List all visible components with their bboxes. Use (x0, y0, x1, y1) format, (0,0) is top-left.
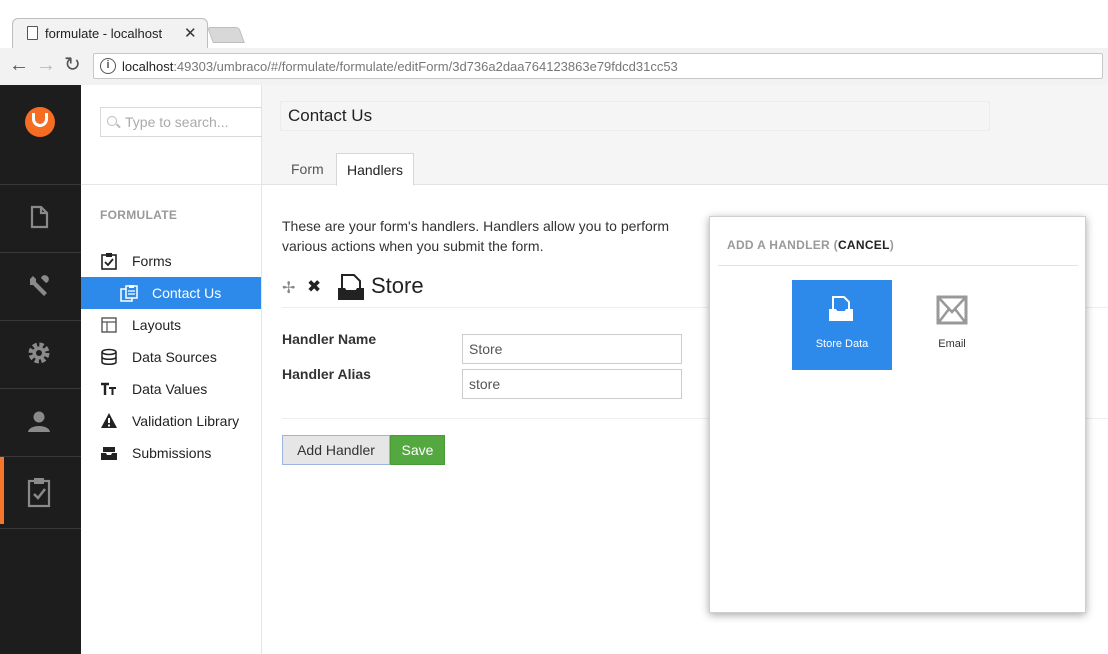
tree-item-data-values[interactable]: Data Values (81, 373, 261, 405)
tree-item-label: Validation Library (132, 413, 240, 429)
store-data-icon (829, 296, 853, 321)
url-text[interactable]: localhost:49303/umbraco/#/formulate/form… (122, 59, 678, 74)
address-bar[interactable]: i localhost:49303/umbraco/#/formulate/fo… (93, 53, 1103, 79)
close-tab-icon[interactable]: ✕ (184, 24, 197, 42)
tree-item-label: Submissions (132, 445, 212, 461)
search-box[interactable] (100, 107, 262, 137)
tab-form[interactable]: Form (281, 153, 334, 185)
clipboard-check-icon (101, 253, 117, 270)
tree-item-label: Data Values (132, 381, 208, 397)
tree-item-label: Layouts (132, 317, 182, 333)
database-icon (101, 348, 117, 365)
save-button[interactable]: Save (390, 435, 445, 465)
tree-item-submissions[interactable]: Submissions (81, 437, 261, 469)
dialog-title-text: ADD A HANDLER ( (727, 238, 838, 252)
add-handler-dialog: ADD A HANDLER (CANCEL) Store Data Email (709, 216, 1086, 613)
text-size-icon (101, 382, 116, 395)
content-icon[interactable] (0, 185, 81, 252)
browser-tab[interactable]: formulate - localhost ✕ (12, 18, 208, 48)
reload-icon[interactable]: ↻ (64, 55, 81, 75)
tab-handlers[interactable]: Handlers (336, 153, 415, 186)
tree-item-label: Contact Us (152, 285, 222, 301)
browser-toolbar: ← → ↻ i localhost:49303/umbraco/#/formul… (0, 48, 1108, 85)
store-data-icon (338, 274, 364, 300)
dialog-divider (718, 265, 1078, 266)
move-handle-icon[interactable]: ✢ (282, 278, 295, 298)
section-title: FORMULATE (100, 208, 178, 222)
layout-icon (101, 317, 117, 333)
forms-clipboard-icon[interactable] (0, 457, 81, 524)
tree-item-forms[interactable]: Forms (81, 245, 261, 277)
tree-panel: FORMULATE Forms Contact Us Layouts Data … (81, 85, 262, 654)
choice-label: Email (938, 338, 966, 350)
warning-icon (101, 413, 117, 428)
site-info-icon[interactable]: i (100, 58, 116, 74)
handler-name-input[interactable] (462, 334, 682, 364)
tree-item-validation-library[interactable]: Validation Library (81, 405, 261, 437)
cancel-link[interactable]: CANCEL (838, 238, 890, 252)
handlers-intro-text: These are your form's handlers. Handlers… (282, 218, 670, 254)
members-user-icon[interactable] (0, 389, 81, 456)
dialog-title-suffix: ) (889, 238, 895, 252)
tree-divider (81, 184, 261, 185)
inbox-icon (101, 447, 117, 460)
url-path: :49303/umbraco/#/formulate/formulate/edi… (173, 59, 678, 74)
form-name-field[interactable] (280, 101, 990, 131)
email-icon (936, 295, 968, 325)
handler-name-label: Handler Name (282, 331, 377, 347)
tree-item-contact-us[interactable]: Contact Us (81, 277, 261, 309)
tree-item-label: Forms (132, 253, 172, 269)
store-data-option[interactable]: Store Data (792, 280, 892, 370)
section-rail (0, 85, 81, 654)
search-icon (107, 116, 117, 126)
settings-gear-icon[interactable] (0, 321, 81, 388)
choice-label: Store Data (815, 338, 869, 350)
form-copy-icon (120, 285, 138, 302)
url-host: localhost (122, 59, 174, 74)
developer-wrench-icon[interactable] (0, 253, 81, 320)
editor-header: Contact Us Form Handlers (262, 85, 1108, 186)
search-input[interactable] (125, 114, 255, 130)
add-handler-button[interactable]: Add Handler (282, 435, 390, 465)
browser-tab-title: formulate - localhost (45, 26, 163, 41)
back-arrow-icon[interactable]: ← (9, 55, 29, 75)
email-option[interactable]: Email (902, 280, 1002, 370)
page-icon (27, 26, 38, 40)
tree-item-layouts[interactable]: Layouts (81, 309, 261, 341)
handler-alias-label: Handler Alias (282, 366, 371, 382)
rail-divider (0, 528, 81, 529)
tab-strip: formulate - localhost ✕ (0, 0, 1108, 48)
dialog-title: ADD A HANDLER (CANCEL) (727, 238, 894, 252)
tree-item-label: Data Sources (132, 349, 217, 365)
delete-handler-icon[interactable]: ✖ (307, 277, 321, 297)
handler-title: Store (371, 273, 424, 298)
forward-arrow-icon[interactable]: → (36, 55, 56, 75)
form-name[interactable]: Contact Us (288, 106, 372, 126)
browser-chrome: formulate - localhost ✕ ← → ↻ i localhos… (0, 0, 1108, 85)
new-tab-button[interactable] (207, 27, 245, 43)
umbraco-logo-icon[interactable] (25, 107, 55, 137)
tree-item-data-sources[interactable]: Data Sources (81, 341, 261, 373)
handler-alias-input[interactable] (462, 369, 682, 399)
